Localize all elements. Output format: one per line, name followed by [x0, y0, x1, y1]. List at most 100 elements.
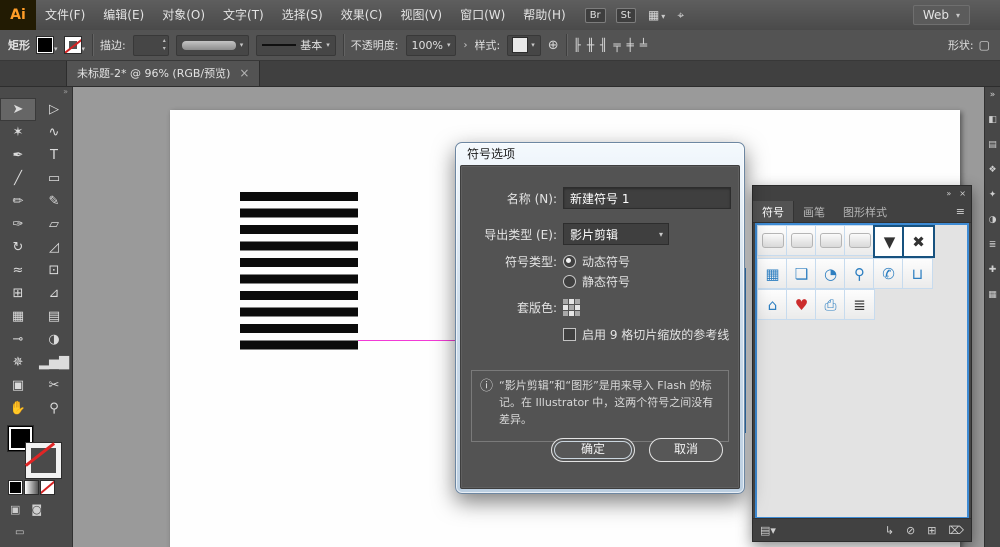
align-left-icon[interactable]: ╟ — [574, 38, 581, 52]
symbol-printer[interactable]: ⎙ — [815, 289, 846, 320]
delete-symbol-icon[interactable]: ⌦ — [948, 524, 964, 537]
panel-menu-icon[interactable]: ≡ — [950, 201, 971, 222]
shape-mode-icon[interactable]: ▢ — [979, 38, 990, 52]
menu-object[interactable]: 对象(O) — [153, 0, 214, 30]
align-bottom-icon[interactable]: ╧ — [640, 38, 647, 52]
workspace-switcher[interactable]: Web ▾ — [912, 5, 970, 25]
selection-tool[interactable]: ➤ — [0, 98, 36, 121]
static-symbol-radio[interactable]: 静态符号 — [563, 273, 630, 290]
opacity-dropdown[interactable]: 100% — [405, 34, 457, 56]
symbol-home[interactable]: ⌂ — [757, 289, 788, 320]
symbol-table[interactable]: ▦ — [757, 258, 788, 289]
opacity-panel-arrow-icon[interactable]: › — [463, 40, 467, 51]
eyedropper-tool[interactable]: ⊸ — [0, 328, 36, 351]
shape-builder-tool[interactable]: ⊞ — [0, 282, 36, 305]
artwork-stripes[interactable] — [240, 192, 358, 355]
paint-color-icon[interactable] — [9, 481, 22, 494]
symbol-blank-button-4[interactable] — [844, 225, 875, 256]
stroke-swatch[interactable] — [26, 443, 61, 478]
menu-select[interactable]: 选择(S) — [273, 0, 332, 30]
symbol-blank-button-3[interactable] — [815, 225, 846, 256]
symbol-library-icon[interactable]: ▤▾ — [760, 524, 776, 537]
mesh-tool[interactable]: ▦ — [0, 305, 36, 328]
fill-color-swatch[interactable]: ▾ — [37, 37, 58, 53]
dock-actions-icon[interactable]: ✚ — [989, 265, 997, 275]
new-symbol-icon[interactable]: ⊞ — [927, 524, 936, 537]
arrange-documents-icon[interactable]: ▦ ▾ — [648, 8, 665, 22]
rectangle-tool[interactable]: ▭ — [36, 167, 72, 190]
width-tool[interactable]: ≈ — [0, 259, 36, 282]
ok-button[interactable]: 确定 — [551, 438, 635, 462]
tab-symbols[interactable]: 符号 — [753, 201, 794, 222]
export-type-select[interactable]: 影片剪辑 — [563, 223, 669, 245]
stock-icon[interactable]: St — [615, 7, 636, 23]
zoom-tool[interactable]: ⚲ — [36, 397, 72, 420]
column-graph-tool[interactable]: ▂▅▇ — [36, 351, 72, 374]
menu-window[interactable]: 窗口(W) — [451, 0, 514, 30]
close-panel-icon[interactable]: × — [959, 189, 966, 198]
perspective-grid-tool[interactable]: ⊿ — [36, 282, 72, 305]
free-transform-tool[interactable]: ⊡ — [36, 259, 72, 282]
close-tab-icon[interactable]: × — [239, 66, 249, 80]
paintbrush-tool[interactable]: ✏ — [0, 190, 36, 213]
gradient-tool[interactable]: ▤ — [36, 305, 72, 328]
pencil-tool[interactable]: ✎ — [36, 190, 72, 213]
align-top-icon[interactable]: ╤ — [613, 38, 620, 52]
draw-inside-icon[interactable]: ◙ — [31, 503, 42, 516]
magic-wand-tool[interactable]: ✶ — [0, 121, 36, 144]
stroke-color-swatch[interactable]: ▾ — [64, 37, 85, 53]
symbol-health[interactable]: ♥ — [786, 289, 817, 320]
bridge-icon[interactable]: Br — [584, 7, 606, 23]
tab-graphic-styles[interactable]: 图形样式 — [834, 201, 896, 222]
dock-swatches-icon[interactable]: ▤ — [988, 140, 997, 150]
break-link-icon[interactable]: ⊘ — [906, 524, 915, 537]
symbol-blank-button-1[interactable] — [757, 225, 788, 256]
dynamic-symbol-radio[interactable]: 动态符号 — [563, 253, 630, 270]
symbol-close-button[interactable]: ✖ — [902, 225, 935, 258]
symbol-name-input[interactable] — [563, 187, 731, 209]
direct-selection-tool[interactable]: ▷ — [36, 98, 72, 121]
screen-mode-icon[interactable]: ▭ — [15, 527, 24, 538]
touch-icon[interactable]: ⌖ — [677, 8, 684, 23]
symbol-phone[interactable]: ✆ — [873, 258, 904, 289]
pen-tool[interactable]: ✒ — [0, 144, 36, 167]
symbol-magnifier[interactable]: ⚲ — [844, 258, 875, 289]
tab-brushes[interactable]: 画笔 — [794, 201, 834, 222]
symbol-document[interactable]: ≣ — [844, 289, 875, 320]
paint-gradient-icon[interactable] — [25, 481, 38, 494]
scale-tool[interactable]: ◿ — [36, 236, 72, 259]
registration-point-selector[interactable] — [563, 298, 580, 316]
blob-brush-tool[interactable]: ✑ — [0, 213, 36, 236]
dock-links-icon[interactable]: ▦ — [988, 290, 997, 300]
collapse-tools-icon[interactable]: » — [0, 86, 72, 98]
symbol-blank-button-2[interactable] — [786, 225, 817, 256]
place-symbol-icon[interactable]: ↳ — [885, 524, 894, 537]
dock-layers-icon[interactable]: ≣ — [989, 240, 997, 250]
dock-color-icon[interactable]: ◧ — [988, 115, 997, 125]
menu-type[interactable]: 文字(T) — [214, 0, 273, 30]
nine-slice-checkbox[interactable]: 启用 9 格切片缩放的参考线 — [462, 326, 729, 343]
eraser-tool[interactable]: ▱ — [36, 213, 72, 236]
cancel-button[interactable]: 取消 — [649, 438, 723, 462]
document-setup-icon[interactable]: ⊕ — [548, 38, 559, 53]
menu-help[interactable]: 帮助(H) — [514, 0, 574, 30]
dock-transparency-icon[interactable]: ◑ — [989, 215, 997, 225]
brush-definition-dropdown[interactable] — [175, 34, 250, 56]
expand-dock-icon[interactable]: » — [990, 90, 996, 100]
blend-tool[interactable]: ◑ — [36, 328, 72, 351]
symbol-window[interactable]: ❏ — [786, 258, 817, 289]
rotate-tool[interactable]: ↻ — [0, 236, 36, 259]
stroke-profile-dropdown[interactable]: 基本 — [256, 34, 336, 56]
style-dropdown[interactable] — [507, 34, 541, 56]
document-tab[interactable]: 未标题-2* @ 96% (RGB/预览) × — [66, 60, 261, 86]
artboard-tool[interactable]: ▣ — [0, 374, 36, 397]
draw-normal-icon[interactable]: ▣ — [10, 503, 20, 516]
menu-file[interactable]: 文件(F) — [36, 0, 94, 30]
dock-symbols-icon[interactable]: ❖ — [988, 165, 996, 175]
hand-tool[interactable]: ✋ — [0, 397, 36, 420]
align-hcenter-icon[interactable]: ╫ — [587, 38, 594, 52]
slice-tool[interactable]: ✂ — [36, 374, 72, 397]
menu-edit[interactable]: 编辑(E) — [94, 0, 153, 30]
symbol-cart[interactable]: ⊔ — [902, 258, 933, 289]
line-segment-tool[interactable]: ╱ — [0, 167, 36, 190]
